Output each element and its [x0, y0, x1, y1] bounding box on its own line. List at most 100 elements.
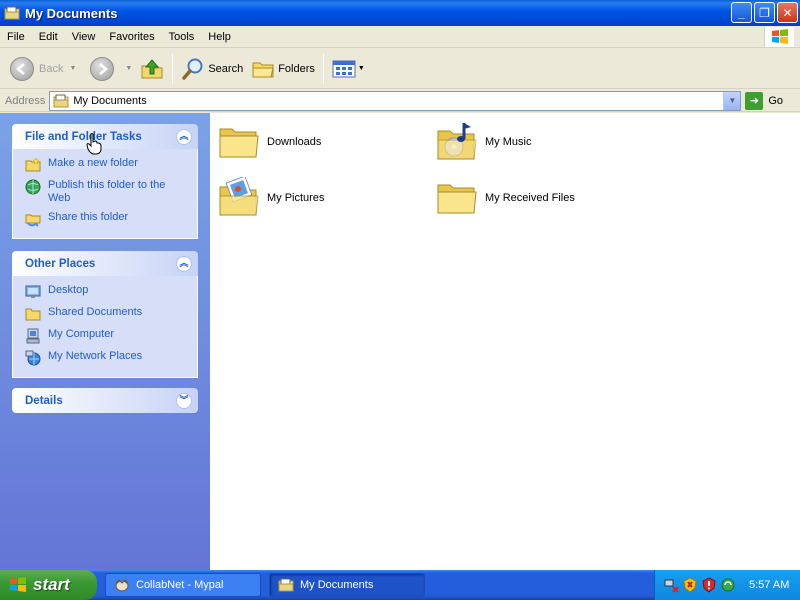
toolbar: Back ▼ ▼ Search Folders ▼	[0, 49, 800, 89]
forward-button[interactable]: ▼	[86, 52, 136, 86]
file-item-my-received-files[interactable]: My Received Files	[436, 177, 575, 219]
forward-dropdown-icon[interactable]: ▼	[125, 65, 132, 72]
taskbar: start CollabNet - Mypal My Documents 5:5…	[0, 570, 800, 600]
file-name: My Music	[485, 136, 532, 148]
collapse-chevron-icon[interactable]: ︽	[176, 255, 192, 272]
alert-shield-icon[interactable]	[701, 577, 717, 593]
back-label: Back	[39, 62, 64, 75]
details-header[interactable]: Details ︾	[12, 388, 198, 413]
details-title: Details	[25, 394, 63, 407]
clock[interactable]: 5:57 AM	[749, 579, 789, 591]
go-arrow-icon: ➜	[745, 91, 764, 110]
start-label: start	[33, 575, 70, 594]
menu-tools[interactable]: Tools	[162, 26, 202, 47]
desktop-link[interactable]: Desktop	[25, 281, 189, 303]
menu-file[interactable]: File	[0, 26, 32, 47]
details-panel: Details ︾	[12, 388, 198, 413]
menu-favorites[interactable]: Favorites	[102, 26, 161, 47]
address-input[interactable]: My Documents ▼	[49, 90, 742, 111]
up-folder-button[interactable]	[136, 52, 168, 86]
file-item-my-pictures[interactable]: My Pictures	[218, 175, 325, 219]
sync-icon[interactable]	[720, 577, 736, 593]
hand-cursor-icon	[86, 133, 102, 155]
taskbar-button-my-documents[interactable]: My Documents	[269, 573, 425, 597]
publish-web-icon	[25, 179, 41, 195]
menu-view[interactable]: View	[65, 26, 103, 47]
back-arrow-icon	[10, 56, 34, 81]
folder-icon	[436, 177, 478, 219]
publish-folder-link[interactable]: Publish this folder to the Web	[25, 176, 189, 208]
close-button[interactable]: ✕	[777, 2, 798, 23]
task-label: My Documents	[300, 579, 374, 591]
task-label: CollabNet - Mypal	[136, 579, 224, 591]
my-documents-icon	[278, 578, 294, 592]
share-folder-icon	[25, 214, 41, 227]
file-name: Downloads	[267, 136, 322, 148]
menu-help[interactable]: Help	[201, 26, 238, 47]
folders-label: Folders	[278, 62, 315, 75]
make-new-folder-label: Make a new folder	[48, 157, 138, 169]
other-places-header[interactable]: Other Places ︽	[12, 251, 198, 276]
go-button[interactable]: ➜ Go	[745, 91, 784, 110]
collapse-chevron-icon[interactable]: ︽	[176, 128, 192, 145]
my-documents-icon	[4, 6, 20, 20]
shared-documents-label: Shared Documents	[48, 306, 143, 318]
file-name: My Received Files	[485, 192, 575, 204]
search-button[interactable]: Search	[177, 52, 247, 86]
address-label: Address	[5, 94, 46, 107]
maximize-button[interactable]: ❐	[754, 2, 775, 23]
share-folder-label: Share this folder	[48, 211, 129, 223]
browser-icon	[115, 579, 129, 592]
shared-documents-link[interactable]: Shared Documents	[25, 303, 189, 325]
taskbar-button-collabnet[interactable]: CollabNet - Mypal	[105, 573, 261, 597]
file-folder-tasks-header[interactable]: File and Folder Tasks ︽	[12, 124, 198, 149]
minimize-button[interactable]: _	[731, 2, 752, 23]
music-folder-icon	[436, 121, 478, 163]
file-list: Downloads My Music My Pictures My Receiv…	[210, 113, 800, 570]
task-pane: File and Folder Tasks ︽ Make a new folde…	[0, 113, 210, 570]
my-computer-label: My Computer	[48, 328, 115, 340]
views-dropdown-icon[interactable]: ▼	[358, 65, 365, 72]
computer-icon	[26, 328, 40, 344]
views-button[interactable]: ▼	[328, 52, 369, 86]
forward-arrow-icon	[90, 56, 115, 81]
system-tray: 5:57 AM	[654, 570, 800, 600]
start-button[interactable]: start	[0, 570, 97, 600]
expand-chevron-icon[interactable]: ︾	[176, 392, 192, 409]
back-button[interactable]: Back ▼	[6, 52, 80, 86]
other-places-title: Other Places	[25, 257, 96, 270]
my-network-places-link[interactable]: My Network Places	[25, 347, 189, 369]
pictures-folder-icon	[218, 175, 260, 219]
windows-logo-icon	[10, 577, 26, 592]
file-name: My Pictures	[267, 192, 325, 204]
back-dropdown-icon[interactable]: ▼	[69, 65, 76, 72]
other-places-panel: Other Places ︽ Desktop Shared Documents …	[12, 251, 198, 378]
file-item-my-music[interactable]: My Music	[436, 121, 531, 163]
share-folder-link[interactable]: Share this folder	[25, 208, 189, 230]
address-bar: Address My Documents ▼ ➜ Go	[0, 90, 800, 112]
file-item-downloads[interactable]: Downloads	[218, 121, 321, 163]
title-bar[interactable]: My Documents _ ❐ ✕	[0, 0, 800, 26]
menu-edit[interactable]: Edit	[32, 26, 65, 47]
security-shield-icon[interactable]	[682, 577, 698, 593]
folders-icon	[252, 62, 274, 77]
folders-button[interactable]: Folders	[247, 52, 319, 86]
my-computer-link[interactable]: My Computer	[25, 325, 189, 347]
menu-bar: File Edit View Favorites Tools Help	[0, 26, 800, 48]
file-folder-tasks-title: File and Folder Tasks	[25, 130, 142, 143]
views-icon	[332, 60, 356, 77]
up-folder-icon	[141, 58, 163, 78]
address-dropdown-icon[interactable]: ▼	[723, 91, 741, 110]
search-icon	[182, 58, 203, 80]
go-label: Go	[768, 94, 784, 107]
network-tray-icon[interactable]	[663, 577, 679, 593]
windows-logo-icon	[764, 27, 794, 47]
new-folder-icon	[25, 157, 41, 172]
network-icon	[25, 350, 41, 366]
publish-folder-label: Publish this folder to the Web	[48, 179, 166, 204]
search-label: Search	[208, 62, 244, 75]
folder-icon	[25, 308, 41, 321]
address-value: My Documents	[73, 94, 147, 107]
toolbar-separator	[322, 53, 324, 84]
make-new-folder-link[interactable]: Make a new folder	[25, 154, 189, 176]
